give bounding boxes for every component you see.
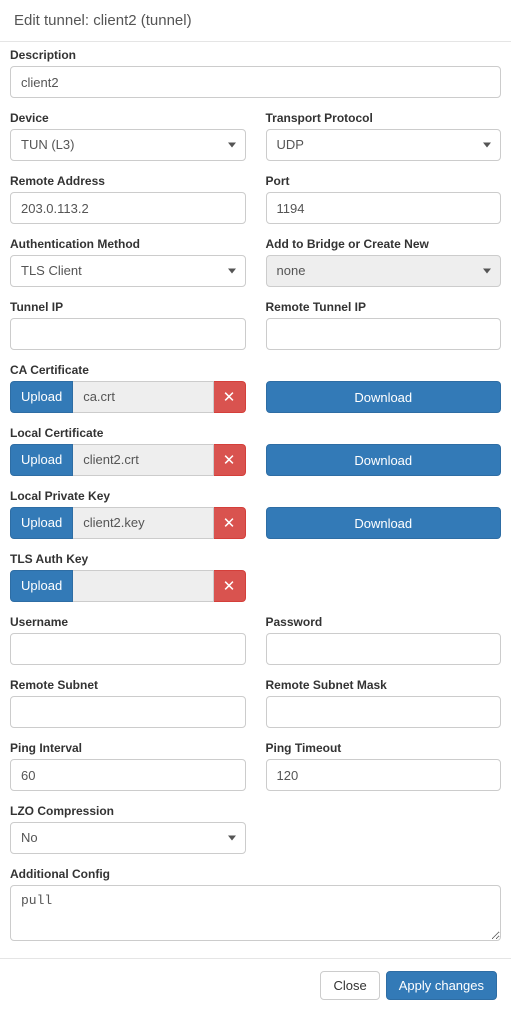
- ca-cert-filename: ca.crt: [73, 381, 213, 413]
- edit-tunnel-modal: Edit tunnel: client2 (tunnel) Descriptio…: [0, 0, 511, 1012]
- lzo-select[interactable]: No: [10, 822, 246, 854]
- local-cert-label: Local Certificate: [10, 426, 501, 440]
- transport-protocol-select[interactable]: UDP: [266, 129, 502, 161]
- remote-address-label: Remote Address: [10, 174, 246, 188]
- port-input[interactable]: [266, 192, 502, 224]
- modal-body: Description Device TUN (L3) Transport Pr…: [0, 42, 511, 958]
- tunnel-ip-label: Tunnel IP: [10, 300, 246, 314]
- local-key-filename: client2.key: [73, 507, 213, 539]
- tls-auth-filename: [73, 570, 213, 602]
- modal-title: Edit tunnel: client2 (tunnel): [14, 12, 192, 29]
- port-label: Port: [266, 174, 502, 188]
- local-key-remove-button[interactable]: ✕: [214, 507, 246, 539]
- modal-header: Edit tunnel: client2 (tunnel): [0, 0, 511, 42]
- ping-timeout-input[interactable]: [266, 759, 502, 791]
- tunnel-ip-input[interactable]: [10, 318, 246, 350]
- auth-method-label: Authentication Method: [10, 237, 246, 251]
- local-cert-filename: client2.crt: [73, 444, 213, 476]
- close-icon: ✕: [223, 388, 236, 406]
- ca-cert-upload-button[interactable]: Upload: [10, 381, 73, 413]
- additional-config-textarea[interactable]: [10, 885, 501, 941]
- password-label: Password: [266, 615, 502, 629]
- transport-protocol-label: Transport Protocol: [266, 111, 502, 125]
- remote-subnet-mask-input[interactable]: [266, 696, 502, 728]
- bridge-select[interactable]: none: [266, 255, 502, 287]
- password-input[interactable]: [266, 633, 502, 665]
- ping-timeout-label: Ping Timeout: [266, 741, 502, 755]
- apply-changes-button[interactable]: Apply changes: [386, 971, 497, 1000]
- description-input[interactable]: [10, 66, 501, 98]
- description-label: Description: [10, 48, 501, 62]
- username-input[interactable]: [10, 633, 246, 665]
- local-key-upload-button[interactable]: Upload: [10, 507, 73, 539]
- ping-interval-label: Ping Interval: [10, 741, 246, 755]
- tls-auth-label: TLS Auth Key: [10, 552, 501, 566]
- ca-cert-remove-button[interactable]: ✕: [214, 381, 246, 413]
- local-key-download-button[interactable]: Download: [266, 507, 502, 539]
- modal-footer: Close Apply changes: [0, 958, 511, 1012]
- tls-auth-remove-button[interactable]: ✕: [214, 570, 246, 602]
- close-button[interactable]: Close: [320, 971, 379, 1000]
- ca-cert-label: CA Certificate: [10, 363, 501, 377]
- ca-cert-download-button[interactable]: Download: [266, 381, 502, 413]
- username-label: Username: [10, 615, 246, 629]
- close-icon: ✕: [223, 514, 236, 532]
- local-cert-upload-button[interactable]: Upload: [10, 444, 73, 476]
- local-cert-download-button[interactable]: Download: [266, 444, 502, 476]
- close-icon: ✕: [223, 451, 236, 469]
- device-select[interactable]: TUN (L3): [10, 129, 246, 161]
- remote-subnet-label: Remote Subnet: [10, 678, 246, 692]
- remote-tunnel-ip-input[interactable]: [266, 318, 502, 350]
- local-cert-remove-button[interactable]: ✕: [214, 444, 246, 476]
- local-key-label: Local Private Key: [10, 489, 501, 503]
- remote-tunnel-ip-label: Remote Tunnel IP: [266, 300, 502, 314]
- ping-interval-input[interactable]: [10, 759, 246, 791]
- remote-address-input[interactable]: [10, 192, 246, 224]
- auth-method-select[interactable]: TLS Client: [10, 255, 246, 287]
- tls-auth-upload-button[interactable]: Upload: [10, 570, 73, 602]
- device-label: Device: [10, 111, 246, 125]
- close-icon: ✕: [223, 577, 236, 595]
- additional-config-label: Additional Config: [10, 867, 501, 881]
- remote-subnet-mask-label: Remote Subnet Mask: [266, 678, 502, 692]
- lzo-label: LZO Compression: [10, 804, 246, 818]
- bridge-label: Add to Bridge or Create New: [266, 237, 502, 251]
- remote-subnet-input[interactable]: [10, 696, 246, 728]
